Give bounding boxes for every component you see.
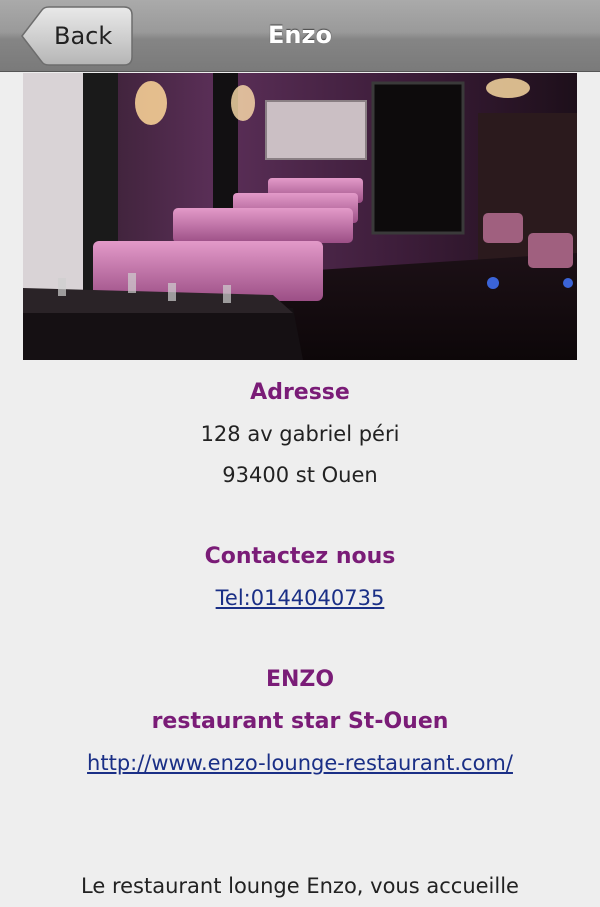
website-link[interactable]: http://www.enzo-lounge-restaurant.com/ xyxy=(87,751,513,775)
restaurant-name: ENZO xyxy=(265,667,335,692)
details: Adresse 128 av gabriel péri 93400 st Oue… xyxy=(0,372,600,907)
back-button-label: Back xyxy=(54,22,113,50)
address-city: 93400 st Ouen xyxy=(222,463,378,487)
restaurant-tagline: restaurant star St-Ouen xyxy=(151,709,449,734)
restaurant-photo xyxy=(23,73,577,360)
address-heading: Adresse xyxy=(250,380,350,405)
back-button[interactable]: Back xyxy=(20,6,134,66)
address-street: 128 av gabriel péri xyxy=(200,422,400,446)
top-bar: Enzo Back xyxy=(0,0,600,72)
intro-text: Le restaurant lounge Enzo, vous accueill… xyxy=(81,874,519,898)
restaurant-interior-image xyxy=(23,73,577,360)
contact-heading: Contactez nous xyxy=(204,544,396,569)
phone-link[interactable]: Tel:0144040735 xyxy=(216,586,385,610)
